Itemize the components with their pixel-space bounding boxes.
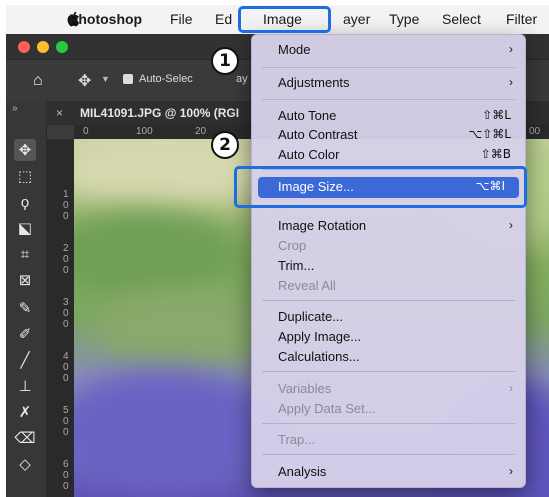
ruler-mark: 0 [83, 126, 89, 137]
menu-item-label: Duplicate... [278, 309, 344, 324]
ruler-mark: 4 0 0 [63, 351, 69, 384]
ruler-mark: 1 0 0 [63, 189, 69, 222]
menu-item-label: Mode [278, 42, 311, 57]
menu-item-trap: Trap... [252, 430, 525, 450]
auto-select-label: Auto-Selec [139, 73, 193, 85]
menu-item-shortcut: ⇧⌘B [480, 147, 511, 161]
ruler-mark: 5 0 0 [63, 405, 69, 438]
menu-item-variables: Variables › [252, 379, 525, 399]
menu-item-label: Reveal All [278, 278, 336, 293]
menu-item-label: Auto Tone [278, 108, 337, 123]
object-selection-tool-icon[interactable]: ⬕ [14, 217, 36, 239]
menu-separator [262, 300, 515, 301]
close-window-button[interactable] [18, 41, 30, 53]
menu-select[interactable]: Select [442, 11, 481, 27]
menu-item-label: Apply Image... [278, 329, 362, 344]
menu-type[interactable]: Type [389, 11, 419, 27]
menu-item-label: Auto Color [278, 147, 340, 162]
menu-item-analysis[interactable]: Analysis › [252, 462, 525, 482]
lasso-tool-icon[interactable]: ϙ [14, 191, 36, 213]
close-tab-icon[interactable]: × [56, 106, 63, 120]
menu-item-label: Trap... [278, 432, 316, 447]
photoshop-screen: Photoshop File Ed Image ayer Type Select… [6, 5, 549, 497]
vertical-ruler: 1 0 0 2 0 0 3 0 0 4 0 0 5 0 0 6 0 0 [46, 139, 74, 497]
menu-item-auto-contrast[interactable]: Auto Contrast ⌥⇧⌘L [252, 125, 525, 145]
menu-item-label: Apply Data Set... [278, 401, 376, 416]
eraser-tool-icon[interactable]: ⌫ [14, 427, 36, 449]
move-tool-options-icon[interactable]: ✥ [78, 71, 91, 91]
move-tool-icon[interactable]: ✥ [14, 139, 36, 161]
menu-item-label: Variables [278, 381, 332, 396]
menu-layer[interactable]: ayer [343, 11, 370, 27]
home-icon[interactable]: ⌂ [33, 72, 43, 90]
ruler-mark: 00 [529, 126, 541, 137]
menu-item-label: Image Rotation [278, 218, 367, 233]
menu-photoshop[interactable]: Photoshop [69, 11, 142, 27]
minimize-window-button[interactable] [37, 41, 49, 53]
marquee-tool-icon[interactable]: ⬚ [14, 165, 36, 187]
ruler-mark: 100 [136, 126, 153, 137]
ruler-mark: 2 0 0 [63, 243, 69, 276]
brush-tool-icon[interactable]: ╱ [14, 349, 36, 371]
crop-tool-icon[interactable]: ⌗ [14, 243, 36, 265]
menu-item-label: Crop [278, 238, 307, 253]
menu-item-label: Adjustments [278, 75, 350, 90]
menu-item-crop: Crop [252, 236, 525, 256]
ruler-mark: 3 0 0 [63, 297, 69, 330]
menu-item-label: Auto Contrast [278, 127, 358, 142]
menu-separator [262, 99, 515, 100]
ruler-mark: 20 [195, 126, 207, 137]
chevron-down-icon[interactable]: ▼ [101, 74, 110, 84]
menu-item-adjustments[interactable]: Adjustments › [252, 73, 525, 93]
healing-brush-tool-icon[interactable]: ✐ [14, 323, 36, 345]
menu-file[interactable]: File [170, 11, 193, 27]
clone-stamp-tool-icon[interactable]: ⊥ [14, 375, 36, 397]
menu-item-duplicate[interactable]: Duplicate... [252, 307, 525, 327]
step-1-badge: 1 [211, 47, 239, 75]
image-menu-dropdown: Mode › Adjustments › Auto Tone ⇧⌘L Auto … [251, 34, 526, 488]
menu-filter[interactable]: Filter [506, 11, 537, 27]
menu-edit[interactable]: Ed [215, 11, 232, 27]
menu-item-auto-color[interactable]: Auto Color ⇧⌘B [252, 145, 525, 165]
menu-item-label: Trim... [278, 258, 315, 273]
chevron-right-icon: › [509, 464, 513, 478]
menu-item-auto-tone[interactable]: Auto Tone ⇧⌘L [252, 106, 525, 126]
menu-item-calculations[interactable]: Calculations... [252, 347, 525, 367]
menu-separator [262, 67, 515, 68]
menu-item-image-rotation[interactable]: Image Rotation › [252, 216, 525, 236]
image-menu-callout-outline [238, 6, 331, 33]
menu-separator [262, 454, 515, 455]
chevron-right-icon: › [509, 381, 513, 395]
zoom-window-button[interactable] [56, 41, 68, 53]
frame-tool-icon[interactable]: ⊠ [14, 269, 36, 291]
eyedropper-tool-icon[interactable]: ✎ [14, 297, 36, 319]
chevron-right-icon: › [509, 42, 513, 56]
menu-item-shortcut: ⌥⇧⌘L [468, 127, 511, 141]
auto-select-suffix: ay [236, 73, 248, 85]
menu-item-trim[interactable]: Trim... [252, 256, 525, 276]
tools-panel: » ✥ ⬚ ϙ ⬕ ⌗ ⊠ ✎ ✐ ╱ ⊥ ✗ ⌫ ◇ [6, 101, 47, 497]
menu-item-shortcut: ⇧⌘L [482, 108, 511, 122]
menu-item-apply-image[interactable]: Apply Image... [252, 327, 525, 347]
ruler-mark: 6 0 0 [63, 459, 69, 492]
step-2-badge: 2 [211, 131, 239, 159]
menu-item-label: Analysis [278, 464, 327, 479]
image-size-callout-outline [234, 166, 527, 208]
panel-collapse-icon[interactable]: » [12, 103, 18, 114]
chevron-right-icon: › [509, 75, 513, 89]
menu-item-label: Calculations... [278, 349, 360, 364]
paint-bucket-tool-icon[interactable]: ◇ [14, 453, 36, 475]
history-brush-tool-icon[interactable]: ✗ [14, 401, 36, 423]
menu-item-mode[interactable]: Mode › [252, 40, 525, 60]
menu-separator [262, 423, 515, 424]
auto-select-checkbox[interactable] [123, 74, 133, 84]
document-tab-title[interactable]: MIL41091.JPG @ 100% (RGI [80, 106, 239, 120]
menu-item-apply-data-set: Apply Data Set... [252, 399, 525, 419]
chevron-right-icon: › [509, 218, 513, 232]
menu-item-reveal-all: Reveal All [252, 276, 525, 296]
menu-separator [262, 371, 515, 372]
